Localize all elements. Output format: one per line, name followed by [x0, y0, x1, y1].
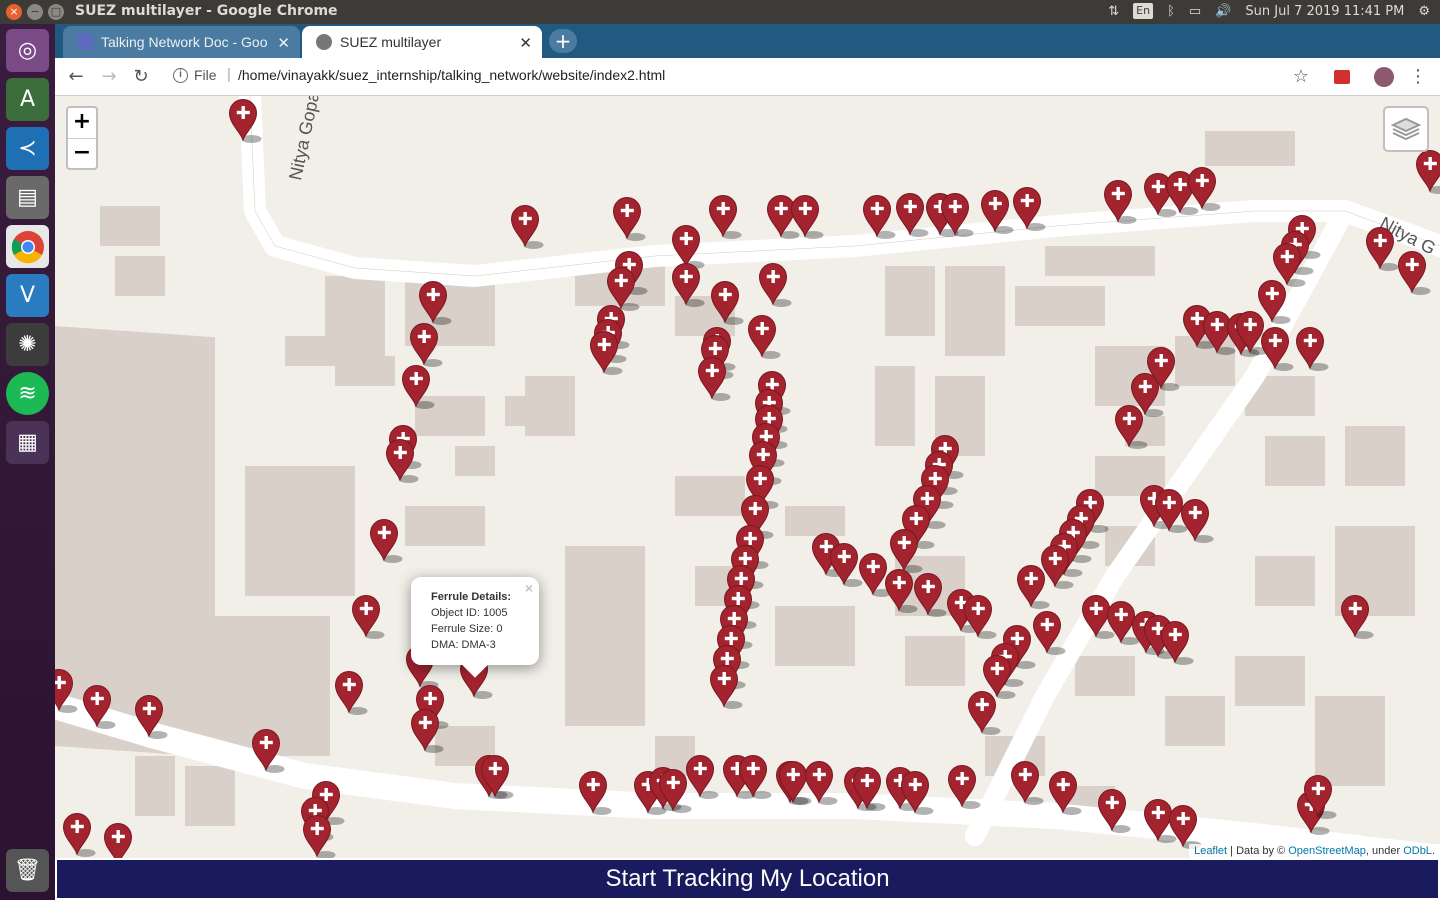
browser-toolbar: ← → ↻ i File | /home/vinayakk/suez_inter… — [55, 58, 1440, 96]
ferrule-marker-icon[interactable] — [612, 197, 646, 242]
ferrule-marker-icon[interactable] — [334, 671, 368, 716]
zoom-in-button[interactable]: + — [68, 108, 96, 138]
tab-suez-multilayer[interactable]: SUEZ multilayer ✕ — [302, 26, 542, 58]
spotify-icon[interactable]: ≋ — [6, 372, 49, 415]
tab-label: Talking Network Doc - Goo — [101, 34, 268, 50]
ferrule-marker-icon[interactable] — [862, 195, 896, 240]
leaflet-map[interactable]: Nitya Gopa Nitya G + − × Ferrule Details… — [55, 96, 1440, 858]
map-attribution: Leaflet | Data by © OpenStreetMap, under… — [1189, 844, 1440, 858]
browser-menu-icon[interactable]: ⋮ — [1406, 65, 1430, 89]
new-tab-button[interactable]: + — [549, 29, 577, 53]
maximize-window-button[interactable]: □ — [48, 4, 64, 20]
docs-icon — [77, 34, 93, 50]
spider-app-icon[interactable]: ✺ — [6, 323, 49, 366]
ferrule-marker-icon[interactable] — [758, 263, 792, 308]
layers-control-button[interactable] — [1383, 106, 1429, 152]
popup-dma: DMA: DMA-3 — [431, 639, 496, 651]
profile-avatar[interactable] — [1372, 65, 1396, 89]
forward-arrow-icon[interactable]: → — [97, 65, 121, 89]
globe-icon — [316, 34, 332, 50]
close-window-button[interactable]: × — [6, 4, 22, 20]
ferrule-marker-icon[interactable] — [351, 595, 385, 640]
ferrule-marker-icon[interactable] — [103, 823, 137, 859]
zoom-out-button[interactable]: − — [68, 138, 96, 168]
map-tiles: Nitya Gopa Nitya G — [55, 96, 1440, 858]
system-top-panel: × − □ SUEZ multilayer - Google Chrome ⇅ … — [0, 0, 1440, 24]
vnc-viewer-icon[interactable]: V — [6, 274, 49, 317]
keyboard-language[interactable]: En — [1133, 3, 1154, 19]
tab-talking-network-doc[interactable]: Talking Network Doc - Goo ✕ — [63, 26, 300, 58]
cors-extension-icon[interactable] — [1330, 65, 1354, 89]
volume-icon[interactable]: 🔊 — [1215, 4, 1231, 19]
ferrule-marker-icon[interactable] — [747, 315, 781, 360]
ferrule-marker-icon[interactable] — [1415, 150, 1440, 195]
file-archive-icon[interactable]: ▤ — [6, 176, 49, 219]
ferrule-marker-icon[interactable] — [1032, 611, 1066, 656]
start-tracking-button[interactable]: Start Tracking My Location — [57, 860, 1438, 898]
vscode-icon[interactable]: ≺ — [6, 127, 49, 170]
ferrule-marker-icon[interactable] — [1295, 327, 1329, 372]
close-tab-icon[interactable]: ✕ — [277, 34, 290, 52]
network-icon[interactable]: ⇅ — [1108, 4, 1119, 19]
site-info[interactable]: i File — [173, 67, 217, 83]
system-tray: ⇅ En ᛒ ▭ 🔊 Sun Jul 7 2019 11:41 PM ⚙ — [1108, 3, 1430, 19]
tab-label: SUEZ multilayer — [340, 34, 442, 50]
ferrule-marker-icon[interactable] — [829, 543, 863, 588]
popup-title: Ferrule Details: — [431, 591, 512, 603]
odbl-link[interactable]: ODbL — [1403, 845, 1432, 857]
android-studio-icon[interactable]: A — [6, 78, 49, 121]
window-controls: × − □ — [6, 4, 64, 20]
ferrule-marker-icon[interactable] — [1016, 565, 1050, 610]
scheme-label: File — [194, 67, 217, 83]
bluetooth-icon[interactable]: ᛒ — [1167, 4, 1175, 19]
workspace-switcher-icon[interactable]: ▦ — [6, 421, 49, 464]
chrome-icon[interactable] — [6, 225, 49, 268]
clock[interactable]: Sun Jul 7 2019 11:41 PM — [1245, 4, 1404, 19]
ubuntu-dash-icon[interactable]: ◎ — [6, 29, 49, 72]
ferrule-marker-icon[interactable] — [708, 195, 742, 240]
ferrule-marker-icon[interactable] — [967, 691, 1001, 736]
settings-gear-icon[interactable]: ⚙ — [1418, 4, 1430, 19]
info-icon: i — [173, 67, 188, 83]
zoom-control: + − — [66, 106, 98, 170]
ubuntu-launcher: ◎ A ≺ ▤ V ✺ ≋ ▦ 🗑 — [0, 24, 55, 900]
trash-icon[interactable]: 🗑 — [6, 849, 49, 892]
popup-ferrule-size: Ferrule Size: 0 — [431, 623, 503, 635]
minimize-window-button[interactable]: − — [27, 4, 43, 20]
layers-icon — [1390, 117, 1422, 141]
ferrule-marker-icon[interactable] — [510, 205, 544, 250]
ferrule-marker-icon[interactable] — [401, 365, 435, 410]
window-title: SUEZ multilayer - Google Chrome — [75, 3, 338, 19]
popup-object-id: Object ID: 1005 — [431, 607, 508, 619]
ferrule-marker-icon[interactable] — [858, 553, 892, 598]
street-label: Nitya Gopa — [285, 96, 323, 182]
ferrule-popup: × Ferrule Details: Object ID: 1005 Ferru… — [411, 577, 539, 678]
close-tab-icon[interactable]: ✕ — [519, 34, 532, 52]
ferrule-marker-icon[interactable] — [369, 519, 403, 564]
tracking-bar: Start Tracking My Location — [55, 858, 1440, 900]
ferrule-marker-icon[interactable] — [62, 813, 96, 858]
reload-icon[interactable]: ↻ — [129, 65, 153, 89]
browser-tab-strip: Talking Network Doc - Goo ✕ SUEZ multila… — [55, 24, 1440, 58]
url-separator: | — [227, 66, 231, 83]
ferrule-marker-icon[interactable] — [685, 755, 719, 800]
ferrule-marker-icon[interactable] — [1180, 499, 1214, 544]
battery-icon[interactable]: ▭ — [1189, 4, 1201, 19]
popup-close-button[interactable]: × — [525, 580, 533, 596]
bookmark-star-icon[interactable]: ☆ — [1289, 65, 1313, 89]
ferrule-marker-icon[interactable] — [1187, 167, 1221, 212]
openstreetmap-link[interactable]: OpenStreetMap — [1288, 845, 1366, 857]
back-arrow-icon[interactable]: ← — [64, 65, 88, 89]
address-bar[interactable]: /home/vinayakk/suez_internship/talking_n… — [238, 67, 665, 83]
ferrule-marker-icon[interactable] — [1397, 251, 1431, 296]
leaflet-link[interactable]: Leaflet — [1194, 845, 1227, 857]
